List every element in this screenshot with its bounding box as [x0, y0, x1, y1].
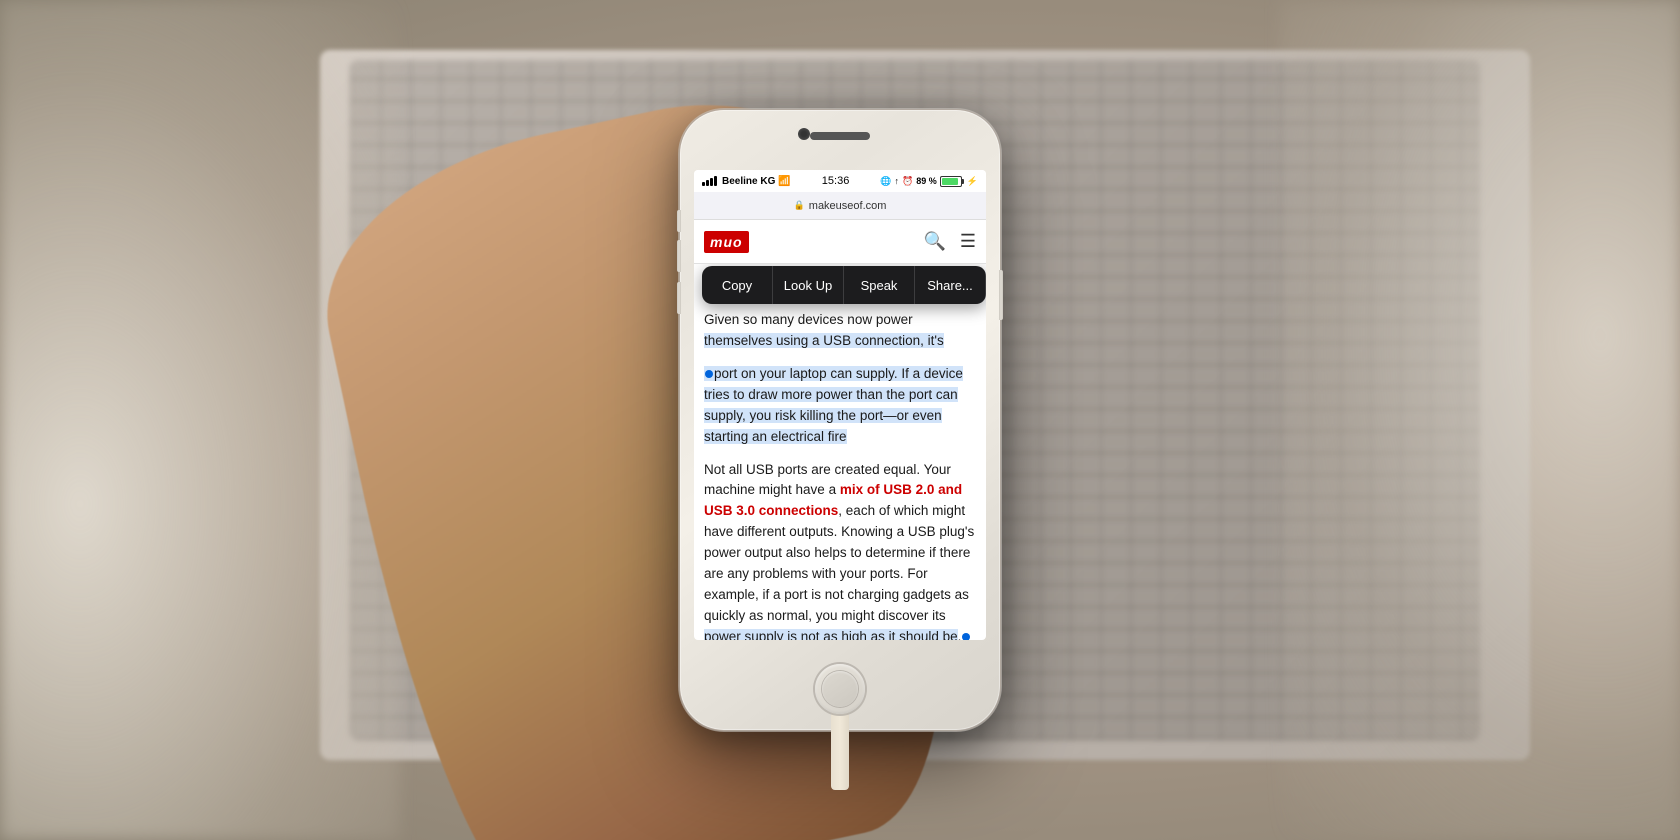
article-text: Given so many devices now power themselv… — [694, 264, 986, 640]
iphone-home-button-ring — [822, 671, 858, 707]
selection-start-dot — [705, 370, 713, 378]
iphone-mute-button[interactable] — [677, 210, 681, 232]
url-label: makeuseof.com — [809, 200, 887, 212]
browser-nav: muo 🔍 ☰ — [694, 220, 986, 264]
usb-link[interactable]: mix of USB 2.0 and USB 3.0 connections — [704, 482, 962, 518]
muo-logo: muo — [704, 231, 749, 253]
iphone-volume-up-button[interactable] — [677, 240, 681, 272]
selected-text-3: power supply is not as high as it should… — [704, 629, 958, 640]
hamburger-menu-icon[interactable]: ☰ — [960, 231, 976, 252]
battery-icon — [940, 176, 964, 187]
bg-light-right — [1280, 0, 1680, 840]
location-icon: ↑ — [895, 176, 900, 186]
globe-icon: 🌐 — [880, 176, 891, 187]
alarm-icon: ⏰ — [902, 176, 913, 187]
iphone-screen: Beeline KG 📶 15:36 🌐 ↑ ⏰ 89 % ⚡ — [694, 170, 986, 640]
article-paragraph-2: port on your laptop can supply. If a dev… — [704, 364, 976, 448]
context-menu-share[interactable]: Share... — [915, 266, 986, 304]
battery-pct: 89 % — [916, 176, 937, 186]
iphone-sleep-button[interactable] — [999, 270, 1003, 320]
iphone-speaker — [810, 132, 870, 140]
article-paragraph-1: Given so many devices now power themselv… — [704, 310, 976, 352]
article-paragraph-3: Not all USB ports are created equal. You… — [704, 460, 976, 640]
status-left: Beeline KG 📶 — [702, 176, 791, 187]
lock-icon: 🔒 — [794, 200, 805, 211]
selection-end-dot — [962, 633, 970, 640]
iphone: Beeline KG 📶 15:36 🌐 ↑ ⏰ 89 % ⚡ — [680, 110, 1000, 730]
status-right: 🌐 ↑ ⏰ 89 % ⚡ — [880, 176, 978, 187]
nav-icons: 🔍 ☰ — [923, 231, 976, 252]
iphone-volume-down-button[interactable] — [677, 282, 681, 314]
carrier-label: Beeline KG — [722, 176, 775, 187]
signal-bars — [702, 176, 717, 186]
iphone-home-button[interactable] — [815, 664, 865, 714]
search-icon[interactable]: 🔍 — [923, 231, 945, 252]
usb-cable — [831, 710, 849, 790]
context-menu-speak[interactable]: Speak — [844, 266, 915, 304]
context-menu: Copy Look Up Speak Share... — [702, 266, 986, 304]
selected-text-2: port on your laptop can supply. If a dev… — [704, 366, 963, 444]
iphone-camera — [798, 128, 810, 140]
context-menu-lookup[interactable]: Look Up — [773, 266, 844, 304]
address-bar[interactable]: 🔒 makeuseof.com — [694, 192, 986, 220]
wifi-icon: 📶 — [778, 176, 790, 187]
browser-content: Copy Look Up Speak Share... Given so man… — [694, 264, 986, 640]
status-bar: Beeline KG 📶 15:36 🌐 ↑ ⏰ 89 % ⚡ — [694, 170, 986, 192]
selected-text-1: themselves using a USB connection, it's — [704, 333, 944, 348]
clock: 15:36 — [822, 175, 850, 187]
bg-light-left — [0, 0, 400, 840]
charging-icon: ⚡ — [967, 176, 978, 187]
context-menu-copy[interactable]: Copy — [702, 266, 773, 304]
